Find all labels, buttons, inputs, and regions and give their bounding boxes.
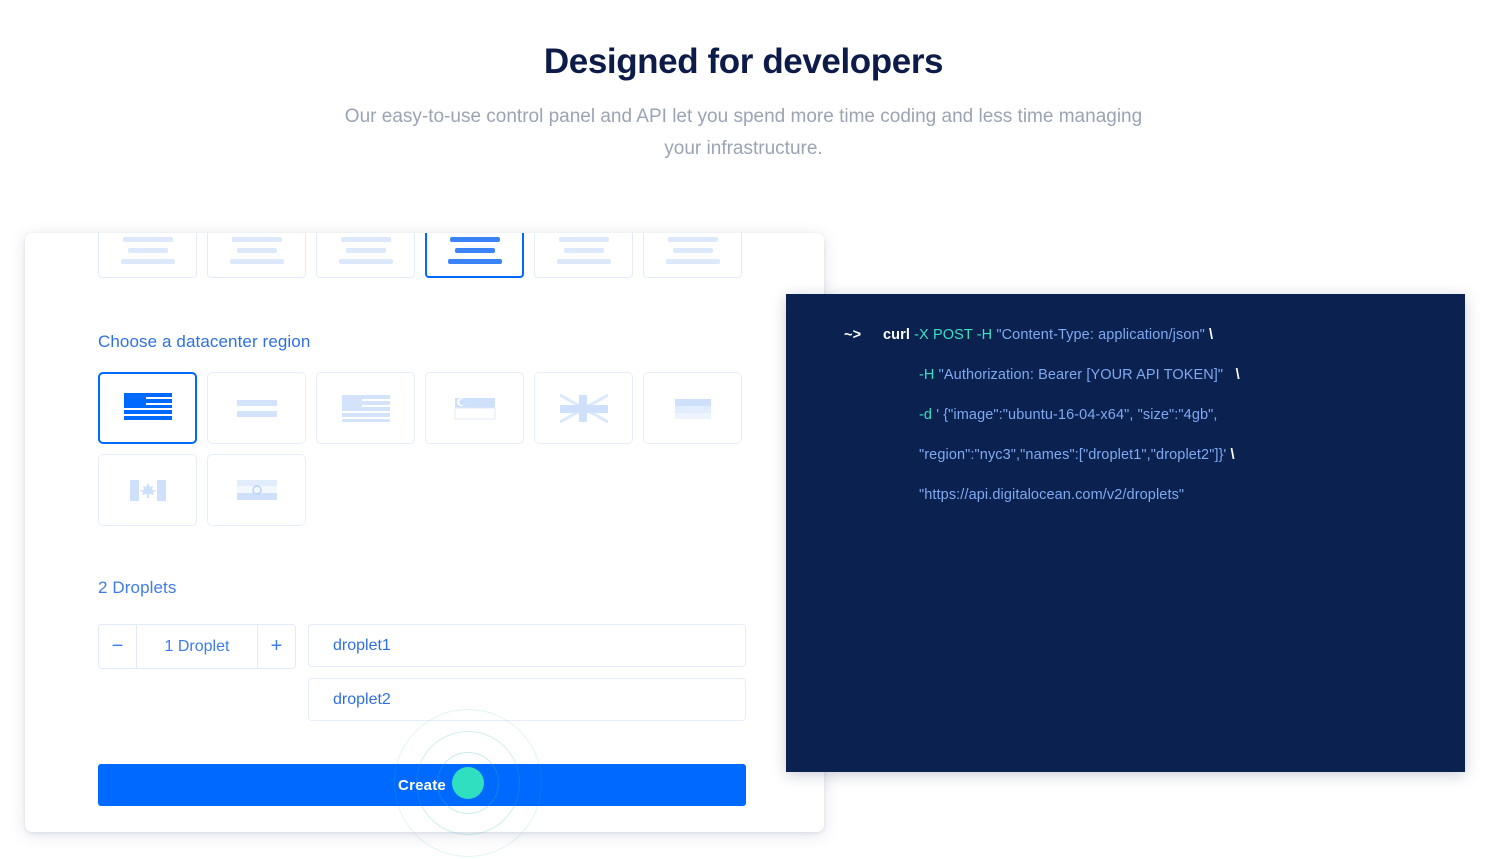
code-string: "region":"nyc3","names":["droplet1","dro…	[919, 447, 1226, 463]
plan-size-options	[98, 233, 742, 278]
droplet-name-fields: droplet1 droplet2	[308, 624, 746, 721]
code-line-5: "https://api.digitalocean.com/v2/droplet…	[919, 487, 1184, 503]
germany-flag-icon	[669, 393, 717, 424]
region-tile-singapore[interactable]	[425, 372, 524, 444]
page-subtitle: Our easy-to-use control panel and API le…	[339, 82, 1149, 165]
droplet-name-input-2[interactable]: droplet2	[308, 678, 746, 721]
code-continuation: \	[1223, 367, 1240, 383]
code-continuation: \	[1205, 327, 1213, 343]
region-tile-uk[interactable]	[534, 372, 633, 444]
plan-bar	[564, 248, 604, 253]
code-terminal-panel: ~> curl -X POST -H "Content-Type: applic…	[786, 294, 1465, 772]
plan-bar	[666, 259, 720, 264]
region-section-label: Choose a datacenter region	[98, 332, 310, 352]
netherlands-flag-icon	[233, 393, 281, 424]
increment-button[interactable]: +	[257, 625, 295, 668]
us-flag-icon-alt	[342, 393, 390, 424]
plan-bar	[339, 259, 393, 264]
india-flag-icon	[233, 475, 281, 506]
code-continuation: \	[1226, 447, 1234, 463]
code-flags: -d	[919, 407, 936, 423]
control-panel-card: Choose a datacenter region	[25, 233, 824, 832]
droplet-quantity-stepper: − 1 Droplet +	[98, 624, 296, 669]
singapore-flag-icon	[451, 393, 499, 424]
plan-bar	[232, 237, 282, 242]
code-command: curl	[883, 327, 910, 343]
plan-option-1[interactable]	[98, 233, 197, 278]
code-string: ' {"image":"ubuntu-16-04-x64", "size":"4…	[936, 407, 1217, 423]
droplet-quantity-value: 1 Droplet	[137, 625, 257, 668]
droplet-name-input-1[interactable]: droplet1	[308, 624, 746, 667]
plan-bar	[559, 237, 609, 242]
code-flags: -X POST -H	[910, 327, 996, 343]
plan-bar	[668, 237, 718, 242]
plan-bar	[557, 259, 611, 264]
plan-bar	[230, 259, 284, 264]
plan-option-2[interactable]	[207, 233, 306, 278]
plan-bar	[128, 248, 168, 253]
code-flags: -H	[919, 367, 939, 383]
region-tile-germany[interactable]	[643, 372, 742, 444]
code-string: "https://api.digitalocean.com/v2/droplet…	[919, 487, 1184, 503]
region-tile-us-alt[interactable]	[316, 372, 415, 444]
droplet-config-row: − 1 Droplet + droplet1 droplet2	[98, 624, 746, 721]
canada-flag-icon	[124, 475, 172, 506]
plan-option-6[interactable]	[643, 233, 742, 278]
code-line-4: "region":"nyc3","names":["droplet1","dro…	[919, 447, 1235, 463]
plan-bar	[455, 248, 495, 253]
code-line-1: curl -X POST -H "Content-Type: applicati…	[883, 327, 1213, 343]
code-line-3: -d ' {"image":"ubuntu-16-04-x64", "size"…	[919, 407, 1218, 423]
plan-bar	[123, 237, 173, 242]
plan-bar	[346, 248, 386, 253]
region-options	[98, 372, 758, 526]
plan-option-3[interactable]	[316, 233, 415, 278]
code-string: "Content-Type: application/json"	[996, 327, 1205, 343]
plan-bar	[448, 259, 502, 264]
droplets-count-label: 2 Droplets	[98, 578, 176, 598]
plan-option-4[interactable]	[425, 233, 524, 278]
region-tile-india[interactable]	[207, 454, 306, 526]
hero-section: Designed for developers Our easy-to-use …	[0, 0, 1487, 165]
region-tile-us[interactable]	[98, 372, 197, 444]
decrement-button[interactable]: −	[99, 625, 137, 668]
region-tile-netherlands[interactable]	[207, 372, 306, 444]
plan-bar	[121, 259, 175, 264]
terminal-prompt: ~>	[844, 327, 861, 343]
plan-bar	[673, 248, 713, 253]
uk-flag-icon	[560, 393, 608, 424]
plan-bar	[341, 237, 391, 242]
region-tile-canada[interactable]	[98, 454, 197, 526]
us-flag-icon	[124, 393, 172, 424]
plan-bar	[237, 248, 277, 253]
code-line-2: -H "Authorization: Bearer [YOUR API TOKE…	[919, 367, 1240, 383]
plan-option-5[interactable]	[534, 233, 633, 278]
page-title: Designed for developers	[0, 0, 1487, 82]
plan-bar	[450, 237, 500, 242]
create-button[interactable]: Create	[98, 764, 746, 806]
code-string: "Authorization: Bearer [YOUR API TOKEN]"	[939, 367, 1224, 383]
